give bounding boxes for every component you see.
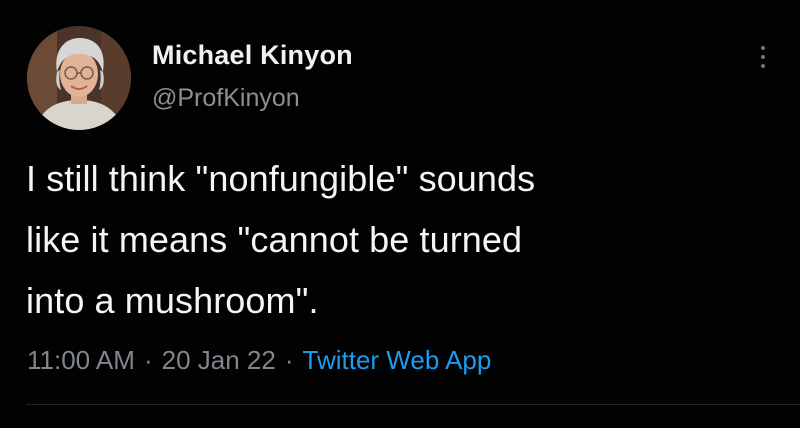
more-vertical-icon[interactable]	[752, 40, 774, 76]
tweet-card: Michael Kinyon @ProfKinyon I still think…	[0, 0, 800, 428]
tweet-text-line: like it means "cannot be turned	[26, 219, 523, 260]
tweet-source-link[interactable]: Twitter Web App	[303, 345, 492, 375]
tweet-meta: 11:00 AM · 20 Jan 22 · Twitter Web App	[27, 345, 491, 376]
meta-separator: ·	[143, 345, 153, 375]
tweet-text: I still think "nonfungible" sounds like …	[26, 148, 756, 331]
tweet-text-line: into a mushroom".	[26, 280, 319, 321]
divider	[26, 404, 800, 405]
meta-separator: ·	[284, 345, 294, 375]
tweet-date[interactable]: 20 Jan 22	[162, 345, 276, 375]
profile-photo-icon	[27, 26, 131, 130]
author-name[interactable]: Michael Kinyon	[152, 40, 353, 71]
tweet-time[interactable]: 11:00 AM	[27, 345, 135, 375]
author-handle[interactable]: @ProfKinyon	[152, 84, 300, 113]
tweet-text-line: I still think "nonfungible" sounds	[26, 158, 536, 199]
avatar[interactable]	[27, 26, 131, 130]
